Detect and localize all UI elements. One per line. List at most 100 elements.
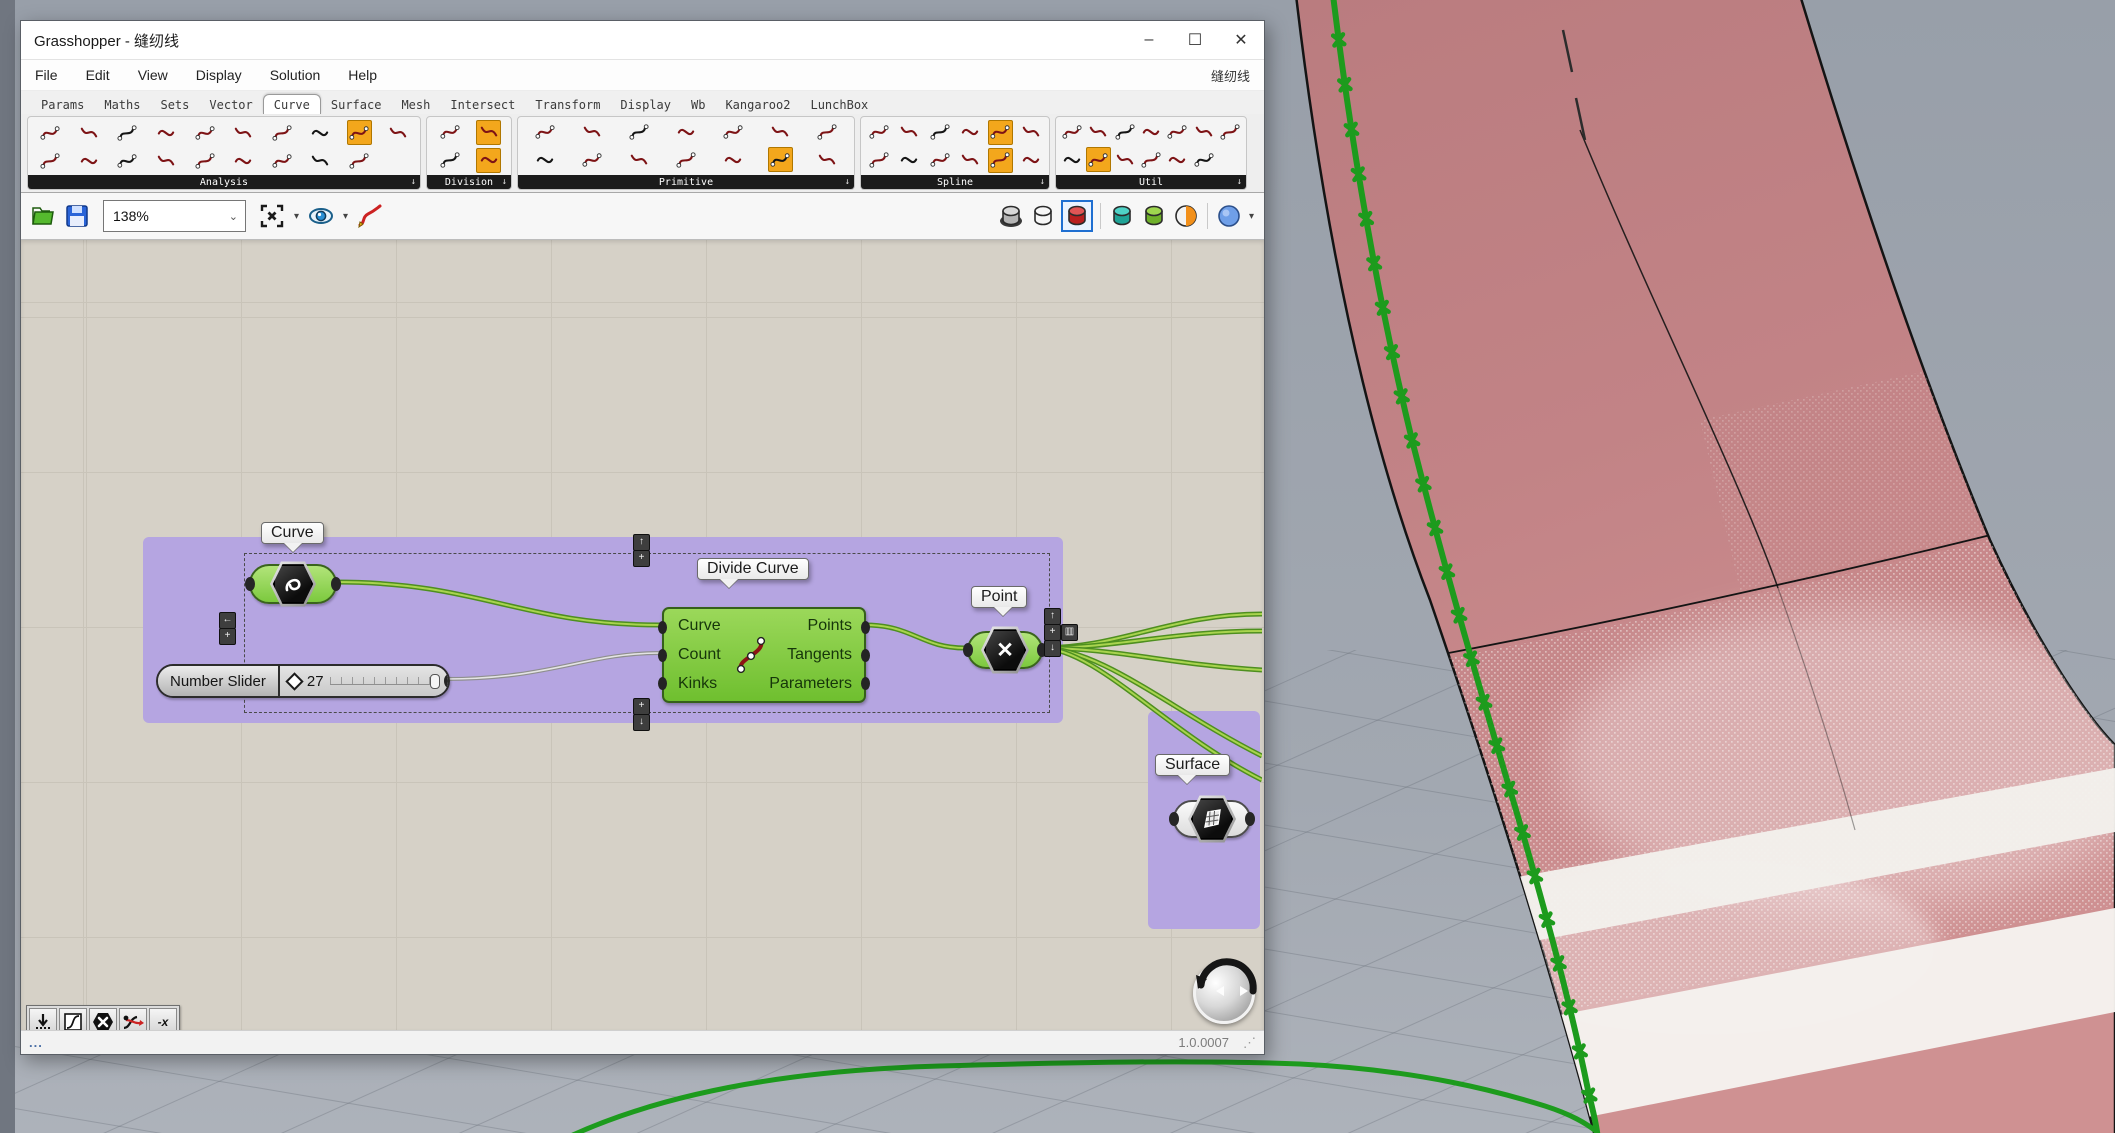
curve-ends-icon[interactable] bbox=[193, 121, 216, 144]
curve-on-surface-icon[interactable] bbox=[1019, 121, 1042, 144]
curve-depth-icon[interactable] bbox=[348, 149, 371, 172]
knot-vector-icon[interactable] bbox=[928, 149, 951, 172]
zoom-level-combo[interactable]: 138% ⌄ bbox=[103, 200, 246, 232]
tab-sets[interactable]: Sets bbox=[150, 95, 199, 114]
project-curve-icon[interactable] bbox=[1166, 120, 1189, 143]
tab-maths[interactable]: Maths bbox=[94, 95, 150, 114]
flip-curve-icon[interactable] bbox=[1061, 148, 1084, 171]
group-resize-handle[interactable]: + bbox=[1044, 624, 1061, 641]
tab-display[interactable]: Display bbox=[610, 95, 681, 114]
preview-shaded-icon[interactable] bbox=[1061, 200, 1093, 232]
point-param[interactable]: ✕ bbox=[967, 631, 1043, 669]
expression-icon[interactable]: -x bbox=[149, 1008, 177, 1030]
polygon-centre-icon[interactable] bbox=[77, 149, 100, 172]
dash-pattern-icon[interactable] bbox=[476, 148, 501, 173]
extend-curve-icon[interactable] bbox=[1113, 120, 1136, 143]
circle-centre-icon[interactable] bbox=[116, 149, 139, 172]
divide-distance-icon[interactable] bbox=[438, 149, 461, 172]
closed-curve-icon[interactable] bbox=[232, 121, 255, 144]
ellipse-icon[interactable] bbox=[769, 120, 792, 143]
minimize-button[interactable]: – bbox=[1126, 21, 1172, 59]
point-in-curve-icon[interactable] bbox=[270, 121, 293, 144]
curve-param-input-nub[interactable] bbox=[245, 577, 255, 591]
gh-canvas[interactable]: Curve Number Slider 27 Curve Count Kinks bbox=[21, 240, 1264, 1030]
tab-lunchbox[interactable]: LunchBox bbox=[800, 95, 878, 114]
tab-vector[interactable]: Vector bbox=[199, 95, 262, 114]
control-polygon-icon[interactable] bbox=[116, 121, 139, 144]
polyline-icon[interactable] bbox=[627, 120, 650, 143]
preview-half-shade-icon[interactable] bbox=[1172, 202, 1200, 230]
seam-icon[interactable] bbox=[1218, 120, 1241, 143]
preview-wireframe-icon[interactable] bbox=[1029, 202, 1057, 230]
curvature-fan-icon[interactable] bbox=[193, 149, 216, 172]
menu-help[interactable]: Help bbox=[334, 67, 391, 83]
group-resize-handle[interactable]: ▥ bbox=[1061, 624, 1078, 641]
preview-custom-teal-icon[interactable] bbox=[1108, 202, 1136, 230]
open-file-icon[interactable] bbox=[29, 202, 57, 230]
input-curve[interactable]: Curve bbox=[678, 618, 733, 634]
chevron-down-icon[interactable]: ▾ bbox=[1249, 211, 1254, 222]
surface-param[interactable] bbox=[1173, 800, 1251, 838]
divide-input-nub-kinks[interactable] bbox=[658, 677, 667, 690]
input-kinks[interactable]: Kinks bbox=[678, 676, 733, 692]
divide-curve-component[interactable]: Curve Count Kinks Points Tangents Parame… bbox=[662, 607, 866, 703]
slider-grip[interactable] bbox=[430, 674, 440, 689]
connect-curves-icon[interactable] bbox=[898, 149, 921, 172]
point-param-input-nub[interactable] bbox=[963, 643, 973, 657]
bounding-box-icon[interactable] bbox=[155, 121, 178, 144]
tangent-lines-icon[interactable] bbox=[155, 149, 178, 172]
torsion-icon[interactable] bbox=[386, 121, 409, 144]
arc-3pt-icon[interactable] bbox=[533, 148, 556, 171]
menu-view[interactable]: View bbox=[124, 67, 182, 83]
line-icon[interactable] bbox=[533, 120, 556, 143]
line-sdl-icon[interactable] bbox=[580, 120, 603, 143]
tab-params[interactable]: Params bbox=[31, 95, 94, 114]
curve-nearest-point-icon[interactable] bbox=[77, 121, 100, 144]
arc-icon[interactable] bbox=[816, 120, 839, 143]
tab-surface[interactable]: Surface bbox=[321, 95, 392, 114]
curvature-graph-icon[interactable] bbox=[309, 121, 332, 144]
blend-curve-icon[interactable] bbox=[868, 149, 891, 172]
group-resize-handle[interactable]: ← bbox=[219, 612, 236, 629]
group-resize-handle[interactable]: + bbox=[633, 550, 650, 567]
pull-curve-icon[interactable] bbox=[1192, 120, 1215, 143]
maximize-button[interactable]: ☐ bbox=[1172, 21, 1218, 59]
resize-grip[interactable]: ⋰ bbox=[1243, 1035, 1256, 1051]
arc-sed-icon[interactable] bbox=[580, 148, 603, 171]
cluster-icon[interactable] bbox=[89, 1008, 117, 1030]
display-ball-icon[interactable] bbox=[1215, 202, 1243, 230]
input-count[interactable]: Count bbox=[678, 647, 733, 663]
poly-arc-icon[interactable] bbox=[959, 149, 982, 172]
group-expand-arrow-icon[interactable]: ↓ bbox=[411, 177, 416, 187]
menu-edit[interactable]: Edit bbox=[72, 67, 124, 83]
simplify-curve-icon[interactable] bbox=[1192, 148, 1215, 171]
two-by-four-icon[interactable] bbox=[816, 148, 839, 171]
group-expand-arrow-icon[interactable]: ↓ bbox=[1237, 177, 1242, 187]
rebuild-curve-icon[interactable] bbox=[1139, 148, 1162, 171]
group-expand-arrow-icon[interactable]: ↓ bbox=[845, 177, 850, 187]
slider-output-nub[interactable] bbox=[444, 674, 450, 688]
bezier-span-icon[interactable] bbox=[868, 121, 891, 144]
output-parameters[interactable]: Parameters bbox=[769, 676, 852, 692]
sketch-pencil-icon[interactable] bbox=[356, 202, 384, 230]
preview-custom-green-icon[interactable] bbox=[1140, 202, 1168, 230]
menu-solution[interactable]: Solution bbox=[256, 67, 335, 83]
drop-anchor-icon[interactable] bbox=[29, 1008, 57, 1030]
surface-param-output-nub[interactable] bbox=[1245, 812, 1255, 826]
menu-display[interactable]: Display bbox=[182, 67, 256, 83]
contour-icon[interactable] bbox=[476, 120, 501, 145]
number-slider-label[interactable]: Number Slider bbox=[158, 666, 280, 696]
tab-curve[interactable]: Curve bbox=[263, 94, 321, 114]
reduce-polyline-icon[interactable] bbox=[1166, 148, 1189, 171]
interpolate-tangents-icon[interactable] bbox=[928, 121, 951, 144]
chevron-down-icon[interactable]: ⌄ bbox=[229, 210, 245, 223]
polygon-icon[interactable] bbox=[674, 148, 697, 171]
group-resize-handle[interactable]: + bbox=[633, 698, 650, 715]
tab-mesh[interactable]: Mesh bbox=[391, 95, 440, 114]
group-resize-handle[interactable]: ↓ bbox=[1044, 640, 1061, 657]
inscribed-polygon-icon[interactable] bbox=[722, 148, 745, 171]
tab-intersect[interactable]: Intersect bbox=[440, 95, 525, 114]
divide-output-nub-parameters[interactable] bbox=[861, 677, 870, 690]
number-slider[interactable]: Number Slider 27 bbox=[156, 664, 450, 698]
offset-curve-icon[interactable] bbox=[1139, 120, 1162, 143]
